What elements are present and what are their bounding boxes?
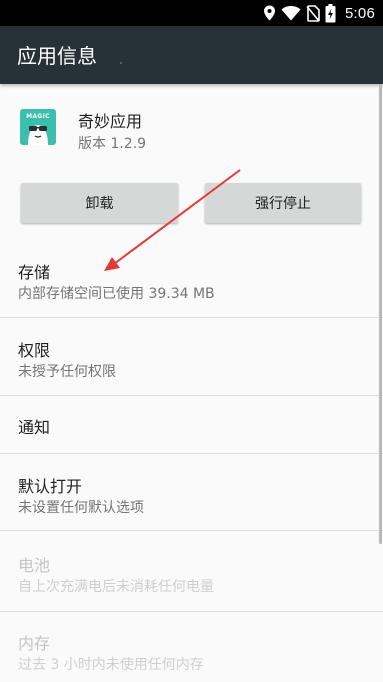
app-header: MAGIC 奇妙应用 版本 1.2.9 <box>0 84 383 174</box>
app-bar: 应用信息 <box>0 26 383 84</box>
app-icon: MAGIC <box>20 109 56 145</box>
no-sim-icon <box>306 4 320 22</box>
battery-charging-icon <box>325 3 336 23</box>
list-item-notifications[interactable]: 通知 <box>0 396 383 453</box>
app-bar-dot <box>120 62 122 64</box>
uninstall-button[interactable]: 卸载 <box>21 183 178 223</box>
list-item-subtitle: 过去 3 小时内未使用任何内存 <box>18 657 204 673</box>
app-version: 版本 1.2.9 <box>78 136 147 152</box>
page-title: 应用信息 <box>17 44 97 68</box>
list-item-title: 权限 <box>18 341 51 360</box>
location-icon <box>263 5 276 21</box>
list-item-subtitle: 未设置任何默认选项 <box>18 500 144 516</box>
wifi-icon <box>281 5 301 21</box>
status-time: 5:06 <box>345 4 375 22</box>
list-item-subtitle: 内部存储空间已使用 39.34 MB <box>18 286 215 302</box>
list-item-subtitle: 自上次充满电后未消耗任何电量 <box>18 579 214 595</box>
list-item-title: 默认打开 <box>18 477 83 496</box>
list-item-memory: 内存 过去 3 小时内未使用任何内存 <box>0 612 383 682</box>
list-item-open-by-default[interactable]: 默认打开 未设置任何默认选项 <box>0 454 383 530</box>
app-name: 奇妙应用 <box>78 112 143 131</box>
force-stop-button[interactable]: 强行停止 <box>205 183 361 223</box>
list-item-title: 内存 <box>18 634 51 653</box>
list-item-title: 存储 <box>18 263 51 282</box>
list-item-permissions[interactable]: 权限 未授予任何权限 <box>0 318 383 395</box>
list-item-title: 电池 <box>18 556 51 575</box>
list-item-title: 通知 <box>18 418 51 437</box>
list-item-subtitle: 未授予任何权限 <box>18 364 116 380</box>
list-item-storage[interactable]: 存储 内部存储空间已使用 39.34 MB <box>0 247 383 317</box>
scrollbar[interactable] <box>379 84 382 544</box>
status-icons: 5:06 <box>263 3 375 23</box>
status-bar: 5:06 <box>0 0 383 26</box>
list-item-battery: 电池 自上次充满电后未消耗任何电量 <box>0 531 383 611</box>
